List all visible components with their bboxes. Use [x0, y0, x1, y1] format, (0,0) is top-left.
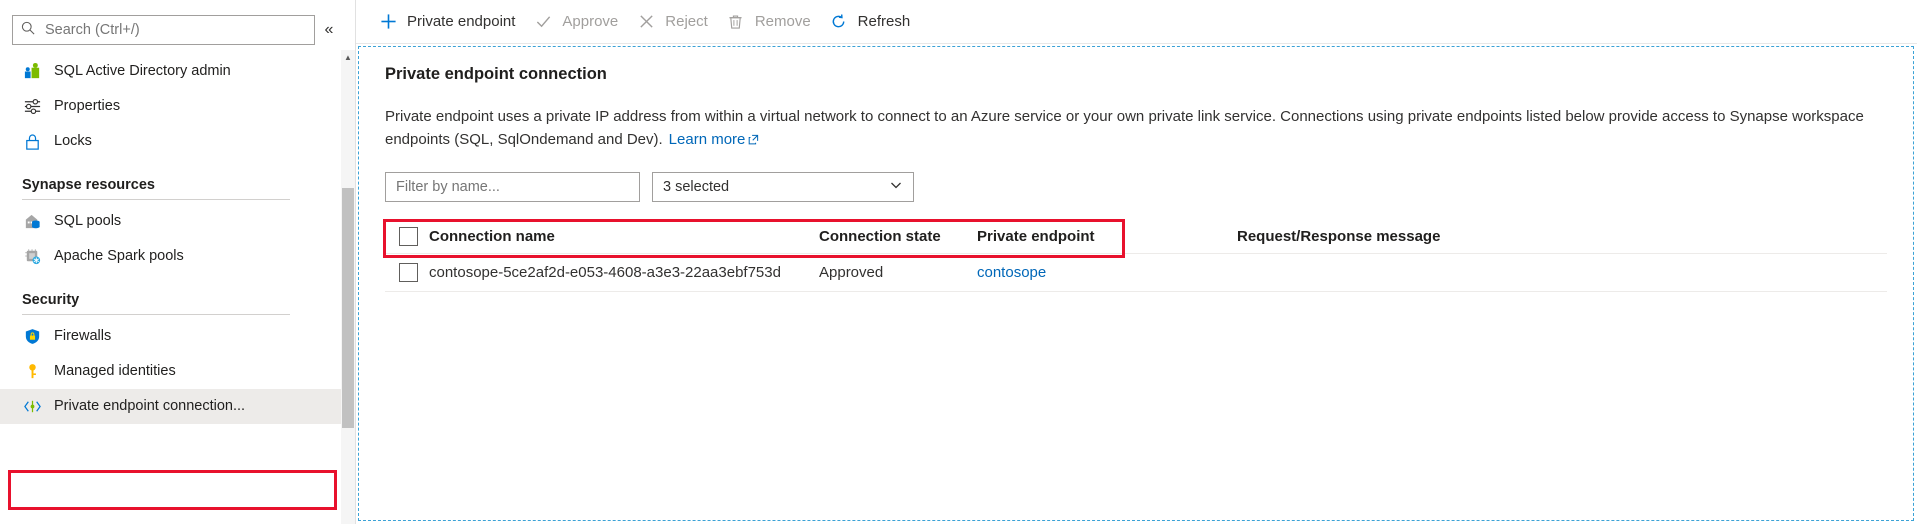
- connection-state-select-value: 3 selected: [663, 179, 730, 195]
- spark-pools-icon: [22, 247, 42, 267]
- add-private-endpoint-button[interactable]: Private endpoint: [374, 6, 529, 38]
- connection-state-select[interactable]: 3 selected: [652, 172, 914, 202]
- page-description: Private endpoint uses a private IP addre…: [385, 106, 1887, 152]
- properties-sliders-icon: [22, 97, 42, 117]
- sidebar-group-title: Synapse resources: [22, 177, 155, 193]
- sidebar-group-security: Security: [0, 274, 355, 319]
- private-endpoint-icon: [22, 397, 42, 417]
- sql-pools-icon: [22, 212, 42, 232]
- toolbar-button-label: Refresh: [857, 13, 911, 30]
- column-header-connection-name[interactable]: Connection name: [429, 228, 819, 245]
- row-checkbox[interactable]: [399, 263, 418, 282]
- left-sidebar: « SQL Active Directory admin: [0, 0, 356, 524]
- trash-icon: [726, 12, 746, 32]
- learn-more-label: Learn more: [668, 130, 746, 148]
- sidebar-scrollbar[interactable]: ▲: [341, 50, 355, 524]
- search-box[interactable]: [12, 15, 315, 45]
- sidebar-item-label: Firewalls: [54, 328, 112, 345]
- main-pane: Private endpoint Approve Reject Remove R…: [356, 0, 1917, 524]
- content-body: Private endpoint connection Private endp…: [359, 47, 1913, 520]
- description-text: Private endpoint uses a private IP addre…: [385, 108, 1864, 148]
- azure-portal-blade: « SQL Active Directory admin: [0, 0, 1917, 524]
- sidebar-group-synapse-resources: Synapse resources: [0, 159, 355, 204]
- divider: [22, 314, 290, 315]
- sidebar-selection-highlight: [8, 470, 337, 510]
- column-header-private-endpoint[interactable]: Private endpoint: [977, 228, 1237, 245]
- remove-button[interactable]: Remove: [722, 6, 825, 38]
- chevron-down-icon: [889, 178, 903, 196]
- filter-by-name-input[interactable]: [385, 172, 640, 202]
- sidebar-item-sql-active-directory-admin[interactable]: SQL Active Directory admin: [0, 54, 355, 89]
- collapse-sidebar-button[interactable]: «: [315, 15, 343, 45]
- toolbar-button-label: Reject: [665, 13, 708, 30]
- cell-connection-name: contosope-5ce2af2d-e053-4608-a3e3-22aa3e…: [429, 264, 781, 281]
- sidebar-item-label: Properties: [54, 98, 121, 115]
- sidebar-item-label: SQL Active Directory admin: [54, 63, 231, 80]
- select-all-checkbox[interactable]: [399, 227, 418, 246]
- firewall-shield-icon: [22, 327, 42, 347]
- refresh-button[interactable]: Refresh: [825, 6, 925, 38]
- search-input[interactable]: [43, 21, 306, 39]
- scroll-up-arrow-icon[interactable]: ▲: [341, 50, 355, 64]
- sidebar-item-firewalls[interactable]: Firewalls: [0, 319, 355, 354]
- table-header-row: Connection name Connection state Private…: [385, 220, 1887, 254]
- sidebar-scrollbar-thumb[interactable]: [342, 188, 354, 428]
- sidebar-item-label: Private endpoint connection...: [54, 398, 246, 415]
- table-row[interactable]: contosope-5ce2af2d-e053-4608-a3e3-22aa3e…: [385, 254, 1887, 292]
- approve-button[interactable]: Approve: [529, 6, 632, 38]
- sidebar-item-label: Locks: [54, 133, 92, 150]
- check-icon: [533, 12, 553, 32]
- sidebar-item-apache-spark-pools[interactable]: Apache Spark pools: [0, 239, 355, 274]
- key-icon: [22, 362, 42, 382]
- sql-ad-admin-icon: [22, 62, 42, 82]
- cell-private-endpoint: contosope: [977, 264, 1237, 281]
- x-icon: [636, 12, 656, 32]
- toolbar-button-label: Remove: [754, 13, 811, 30]
- divider: [22, 199, 290, 200]
- sidebar-item-label: Managed identities: [54, 363, 176, 380]
- sidebar-item-properties[interactable]: Properties: [0, 89, 355, 124]
- sidebar-item-locks[interactable]: Locks: [0, 124, 355, 159]
- filter-row: 3 selected: [385, 172, 1887, 202]
- learn-more-link[interactable]: Learn more: [669, 131, 760, 148]
- column-header-connection-state[interactable]: Connection state: [819, 228, 977, 245]
- refresh-icon: [829, 12, 849, 32]
- sidebar-item-label: Apache Spark pools: [54, 248, 184, 265]
- sidebar-item-label: SQL pools: [54, 213, 122, 230]
- toolbar-button-label: Approve: [562, 13, 619, 30]
- plus-icon: [378, 12, 398, 32]
- sidebar-search-row: «: [0, 0, 355, 48]
- page-title: Private endpoint connection: [385, 65, 607, 83]
- sidebar-item-sql-pools[interactable]: SQL pools: [0, 204, 355, 239]
- content-focus-region: Private endpoint connection Private endp…: [358, 46, 1914, 521]
- lock-icon: [22, 132, 42, 152]
- external-link-icon: [748, 130, 759, 153]
- private-endpoint-connections-table: Connection name Connection state Private…: [385, 220, 1887, 292]
- sidebar-item-managed-identities[interactable]: Managed identities: [0, 354, 355, 389]
- select-all-cell: [385, 227, 429, 246]
- private-endpoint-link[interactable]: contosope: [977, 264, 1046, 281]
- search-icon: [21, 21, 35, 40]
- column-header-request-response-message[interactable]: Request/Response message: [1237, 228, 1887, 245]
- cell-connection-state: Approved: [819, 264, 884, 281]
- sidebar-item-private-endpoint-connections[interactable]: Private endpoint connection...: [0, 389, 355, 424]
- sidebar-nav-list: SQL Active Directory admin Properties Lo…: [0, 48, 355, 510]
- row-select-cell: [385, 263, 429, 282]
- command-toolbar: Private endpoint Approve Reject Remove R…: [356, 0, 1917, 44]
- sidebar-group-title: Security: [22, 292, 80, 308]
- toolbar-button-label: Private endpoint: [407, 13, 516, 30]
- reject-button[interactable]: Reject: [632, 6, 722, 38]
